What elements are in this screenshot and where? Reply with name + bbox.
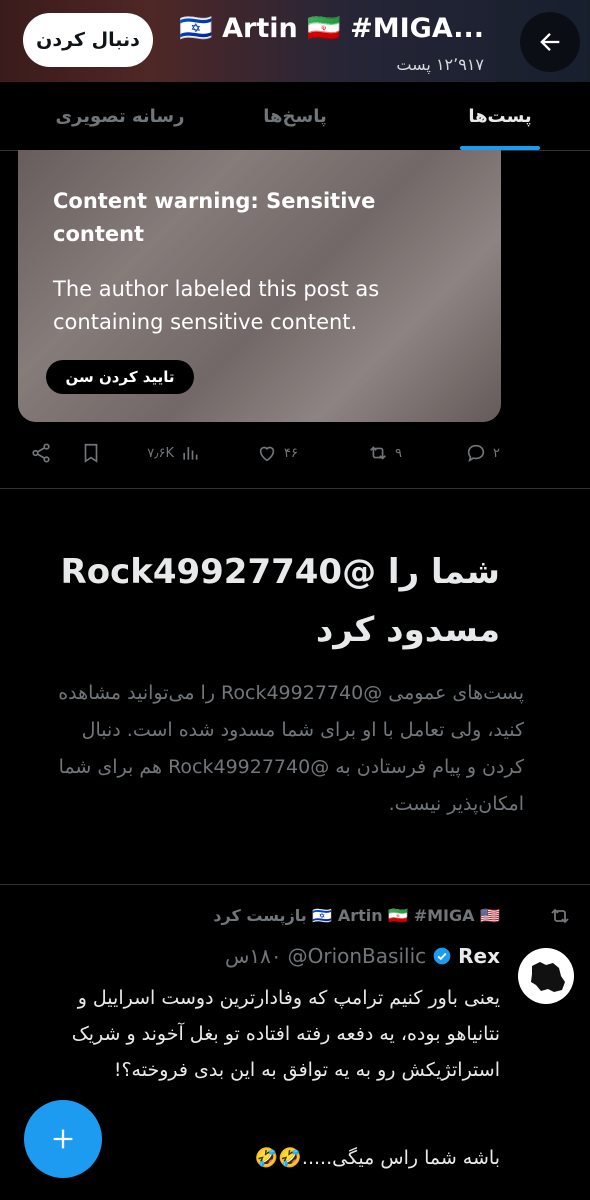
divider <box>0 884 590 885</box>
like-icon <box>259 446 275 462</box>
profile-title: 🇮🇱 Artin 🇮🇷 #MIGA... <box>179 13 484 44</box>
flag-icon: 🇮🇱 <box>179 13 213 44</box>
author-handle[interactable]: @OrionBasilic <box>288 944 427 968</box>
back-button[interactable] <box>520 12 580 72</box>
avatar[interactable] <box>518 948 574 1004</box>
post-actions: ۲ ۹ ۴۶ ۷٫۶K <box>0 433 590 473</box>
compose-button[interactable] <box>24 1100 102 1178</box>
repost-label[interactable]: 🇮🇱 Artin 🇮🇷 #MIGA 🇺🇸 بازپست کرد <box>213 906 500 925</box>
verified-icon <box>433 947 451 965</box>
share-action[interactable] <box>30 433 52 473</box>
profile-tabs: پست‌ها پاسخ‌ها رسانه تصویری <box>0 82 590 151</box>
sensitive-media-card[interactable]: Content warning: Sensitive content The a… <box>18 150 501 422</box>
repost-action[interactable]: ۹ <box>367 433 402 473</box>
tab-media[interactable]: رسانه تصویری <box>40 82 200 150</box>
tab-posts[interactable]: پست‌ها <box>458 82 542 150</box>
compose-plus-icon <box>53 1129 73 1149</box>
bookmark-icon <box>84 443 98 463</box>
reply-icon <box>467 444 485 463</box>
back-arrow-icon <box>540 33 560 51</box>
share-icon <box>32 443 50 463</box>
tab-replies[interactable]: پاسخ‌ها <box>230 82 360 150</box>
blocked-title: شما را @Rock49927740 مسدود کرد <box>60 552 500 650</box>
repost-icon <box>551 908 569 924</box>
bookmark-action[interactable] <box>80 433 102 473</box>
blocked-body: پست‌های عمومی @Rock49927740 را می‌توانید… <box>58 682 524 815</box>
post-time: ۱۸۰س <box>224 944 282 968</box>
verify-age-button[interactable]: تایید کردن سن <box>46 360 194 394</box>
divider <box>0 488 590 489</box>
post-count: ۱۲٬۹۱۷ پست <box>396 55 484 74</box>
post-text: یعنی باور کنیم ترامپ که وفادارترین دوست … <box>71 987 500 1081</box>
content-warning-title: Content warning: Sensitive content <box>53 189 376 246</box>
post-actions-partial <box>0 1186 590 1200</box>
author-line: Rex @OrionBasilic ۱۸۰س <box>225 944 500 968</box>
iran-map-icon <box>531 962 565 992</box>
like-action[interactable]: ۴۶ <box>256 433 298 473</box>
follow-button[interactable]: دنبال کردن <box>23 13 153 67</box>
content-warning-body: The author labeled this post as containi… <box>53 277 380 334</box>
views-icon <box>183 447 198 460</box>
reply-action[interactable]: ۲ <box>465 433 500 473</box>
repost-icon <box>370 446 386 460</box>
views-action[interactable]: ۷٫۶K <box>147 433 200 473</box>
author-name[interactable]: Rex <box>458 944 500 968</box>
